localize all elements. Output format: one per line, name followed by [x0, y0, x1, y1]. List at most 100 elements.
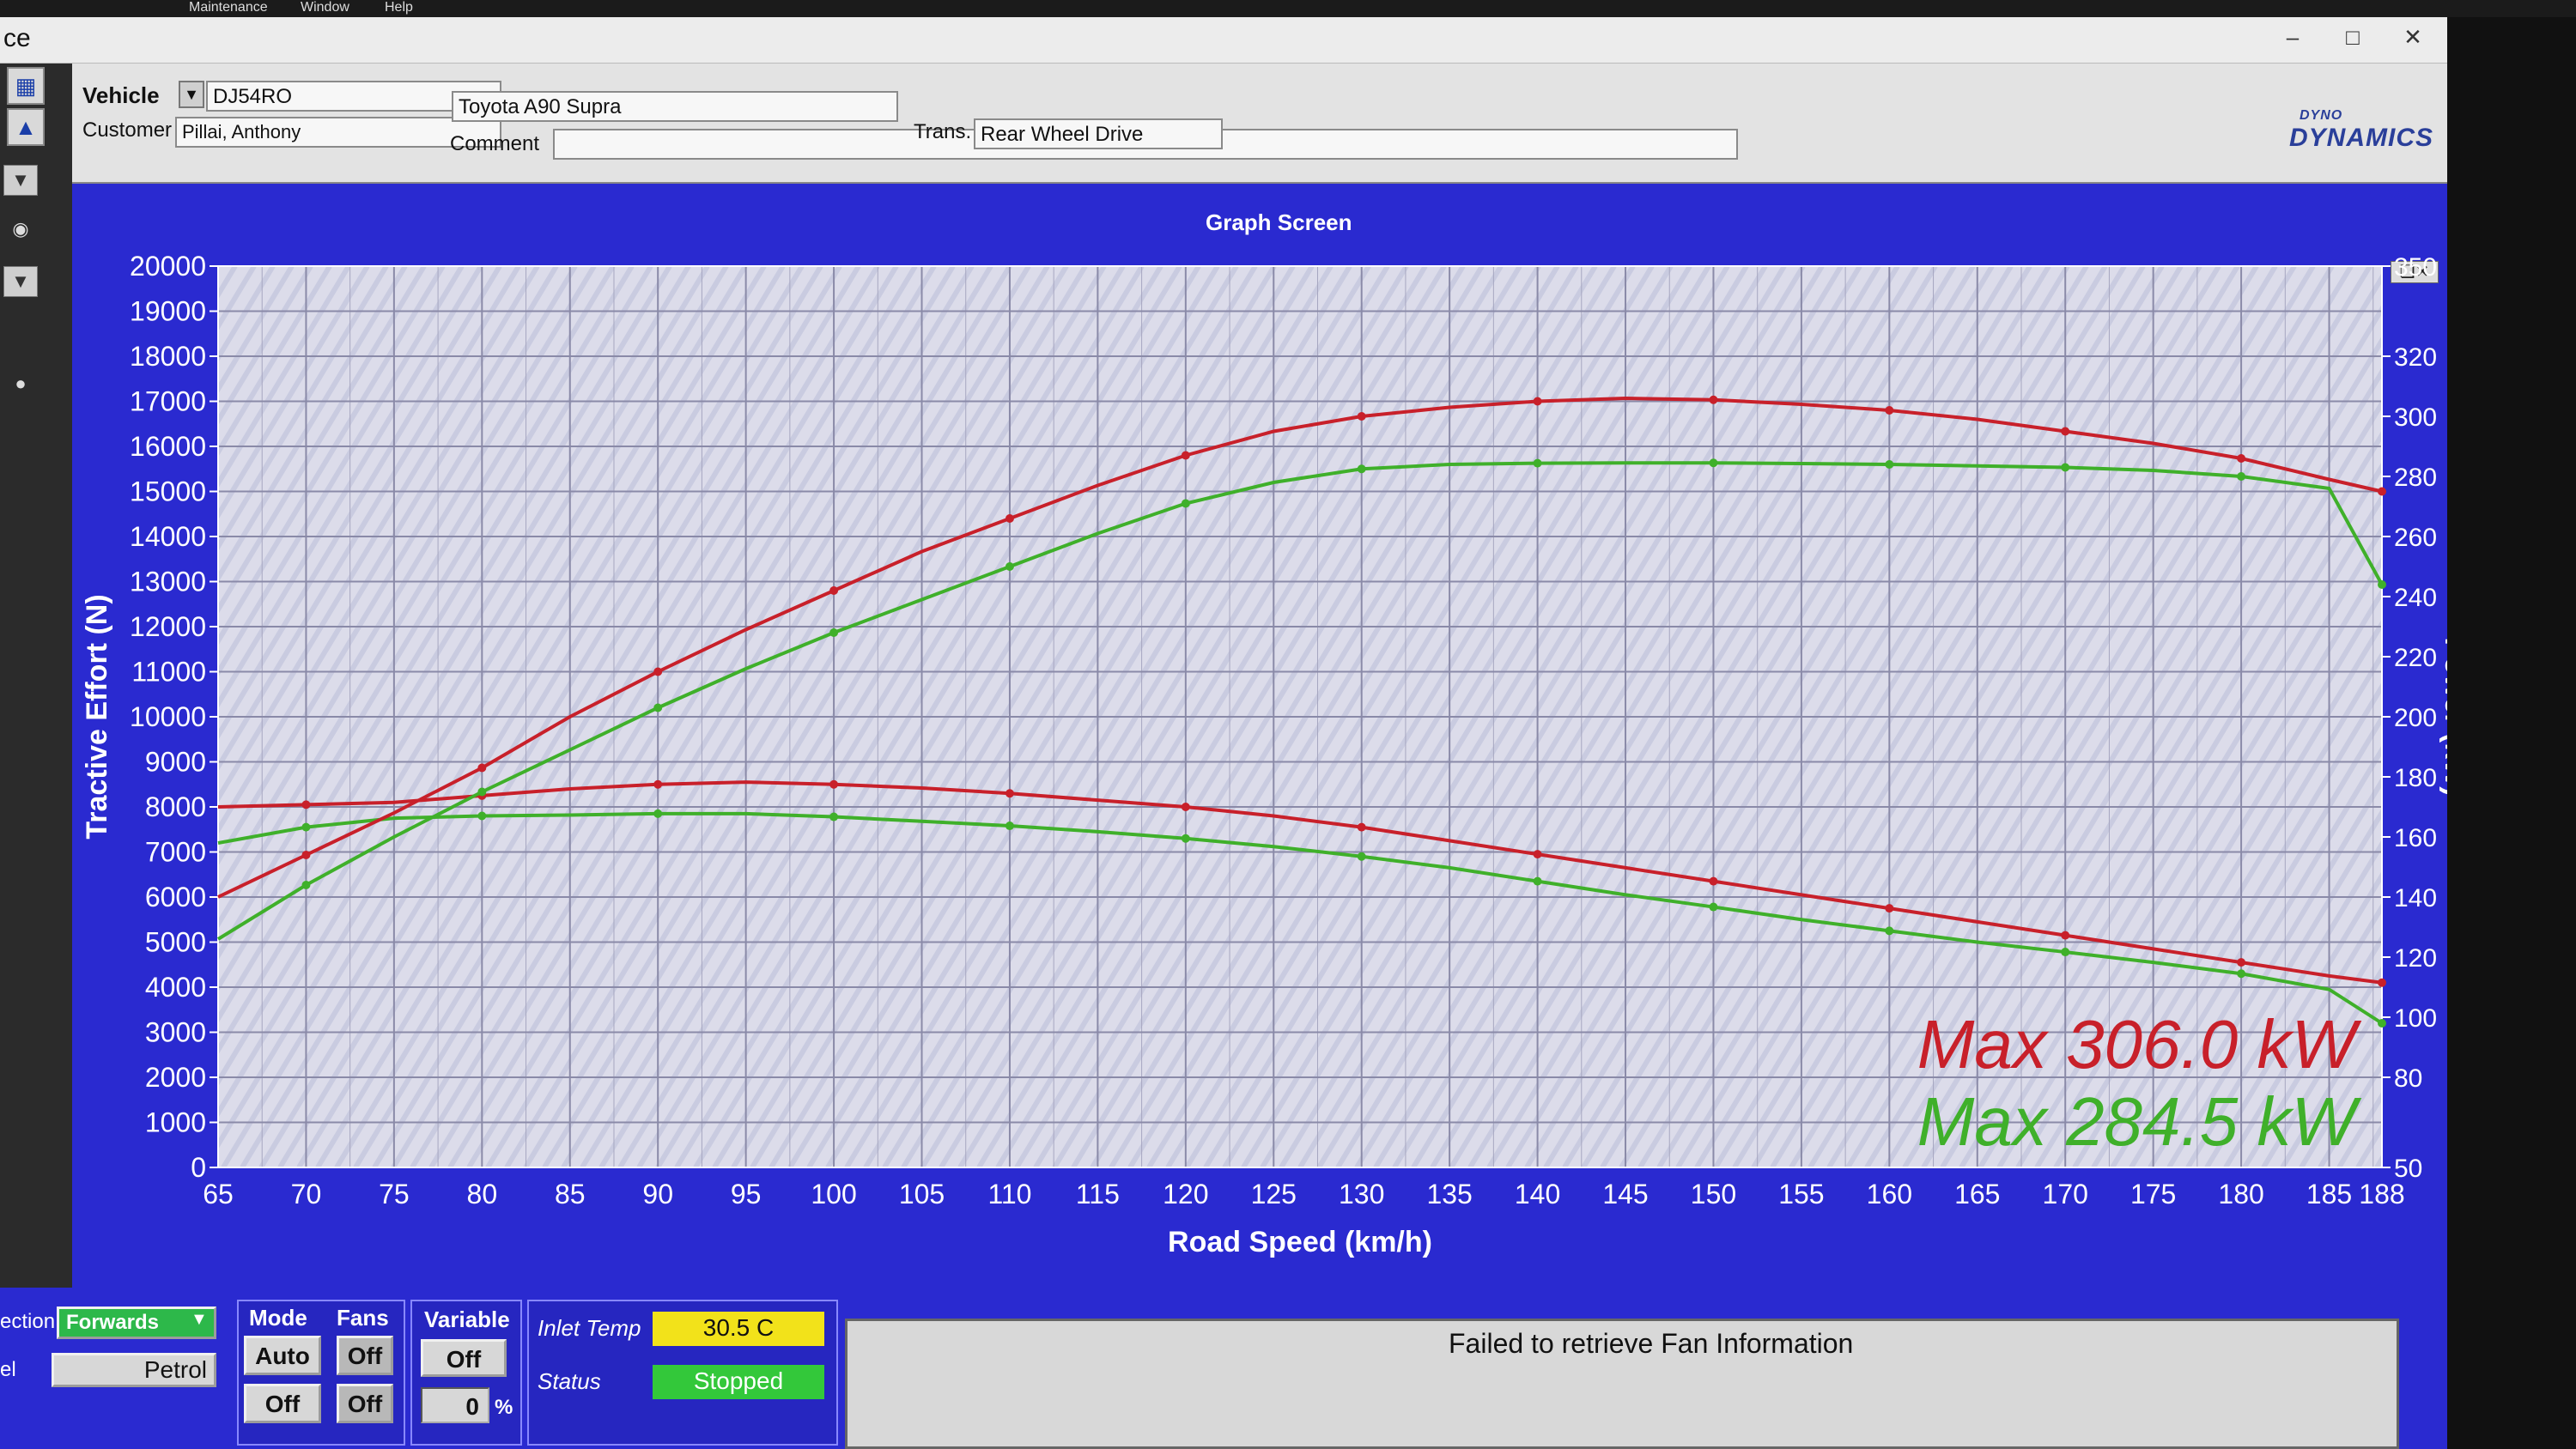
y-tick-label: 17000	[130, 386, 206, 417]
comment-label: Comment	[450, 132, 540, 155]
y-tick-label: 4000	[145, 972, 206, 1003]
y2-tick-label: 160	[2394, 824, 2437, 852]
series-point-2	[301, 851, 311, 859]
variable-group: Variable Off 0 %	[410, 1300, 522, 1446]
y2-tick-label: 120	[2394, 944, 2437, 973]
series-point-3	[653, 703, 663, 712]
menu-maintenance[interactable]: Maintenance	[189, 0, 268, 15]
menu-window[interactable]: Window	[301, 0, 349, 15]
x-tick-label: 150	[1691, 1179, 1736, 1210]
direction-label: ection	[0, 1310, 56, 1333]
fans-off-button-2[interactable]: Off	[337, 1384, 393, 1423]
fans-label: Fans	[337, 1305, 389, 1331]
vehicle-panel: Vehicle ▼ DJ54RO Customer Pillai, Anthon…	[72, 64, 2447, 184]
y2-tick-label: 280	[2394, 464, 2437, 492]
x-tick-label: 130	[1339, 1179, 1384, 1210]
series-point-3	[2061, 463, 2070, 472]
y-tick-label: 0	[191, 1152, 206, 1183]
series-point-0	[1357, 822, 1366, 832]
grid-view-icon[interactable]: ▦	[7, 67, 45, 105]
fuel-label: el	[0, 1358, 16, 1381]
vehicle-dropdown-icon[interactable]: ▼	[179, 81, 204, 108]
radio-icon[interactable]: ◉	[3, 215, 38, 246]
y-tick-label: 18000	[130, 341, 206, 372]
close-icon[interactable]: ✕	[2391, 24, 2434, 51]
menu-bar: Maintenance Window Help	[0, 0, 2576, 17]
max-power-green: Max 284.5 kW	[1917, 1083, 2362, 1160]
radio-icon[interactable]: ●	[3, 369, 38, 400]
series-point-1	[2378, 1019, 2386, 1028]
maximize-icon[interactable]: □	[2331, 24, 2374, 51]
series-point-1	[1533, 876, 1542, 886]
series-point-3	[829, 628, 839, 637]
x-tick-label: 110	[987, 1179, 1031, 1210]
title-bar: ce – □ ✕	[0, 17, 2447, 64]
series-point-0	[1885, 904, 1894, 913]
series-point-3	[1005, 562, 1014, 571]
customer-label: Customer	[82, 118, 173, 142]
variable-percent-input[interactable]: 0	[421, 1387, 489, 1423]
menu-help[interactable]: Help	[385, 0, 413, 15]
mode-auto-button[interactable]: Auto	[244, 1336, 321, 1375]
y-tick-label: 2000	[145, 1062, 206, 1093]
series-point-1	[477, 811, 487, 821]
series-point-2	[1181, 451, 1190, 460]
y-tick-label: 1000	[145, 1107, 206, 1138]
status-label: Status	[538, 1368, 601, 1394]
series-point-2	[1533, 397, 1542, 406]
minimize-icon[interactable]: –	[2271, 24, 2314, 51]
series-point-2	[653, 667, 663, 676]
y2-tick-label: 320	[2394, 343, 2437, 372]
y2-tick-label: 260	[2394, 524, 2437, 552]
x-tick-label: 140	[1515, 1179, 1560, 1210]
x-tick-label: 105	[899, 1179, 945, 1210]
fuel-select[interactable]: Petrol	[52, 1353, 216, 1387]
x-tick-label: 175	[2130, 1179, 2176, 1210]
fans-off-button-1[interactable]: Off	[337, 1336, 393, 1375]
x-axis-title: Road Speed (km/h)	[1168, 1226, 1432, 1258]
chevron-down-icon[interactable]: ▼	[3, 266, 38, 297]
series-point-2	[829, 586, 839, 595]
x-tick-label: 100	[811, 1179, 856, 1210]
series-point-0	[1709, 876, 1718, 886]
series-point-0	[1533, 850, 1542, 859]
x-tick-label: 115	[1076, 1179, 1120, 1210]
y-tick-label: 20000	[130, 251, 206, 282]
series-point-0	[2237, 958, 2246, 967]
series-point-1	[301, 822, 311, 832]
window-title: ce	[3, 24, 31, 52]
y-tick-label: 3000	[145, 1017, 206, 1048]
series-point-1	[829, 812, 839, 822]
inlet-temp-label: Inlet Temp	[538, 1315, 641, 1341]
y2-tick-label: 200	[2394, 704, 2437, 732]
left-toolbar: ▦ ▲ ▼ ◉ ▼ ●	[0, 64, 72, 1291]
y2-tick-label: 220	[2394, 644, 2437, 672]
message-text: Failed to retrieve Fan Information	[1449, 1328, 1854, 1359]
y-tick-label: 19000	[130, 296, 206, 327]
y2-tick-label: 240	[2394, 584, 2437, 612]
y-tick-label: 7000	[145, 837, 206, 868]
y-tick-label: 8000	[145, 791, 206, 822]
x-tick-label: 165	[1954, 1179, 2000, 1210]
mode-off-button[interactable]: Off	[244, 1384, 321, 1423]
x-tick-label: 135	[1426, 1179, 1472, 1210]
series-point-3	[1533, 458, 1542, 468]
bell-icon[interactable]: ▲	[7, 108, 45, 146]
series-point-1	[1357, 852, 1366, 861]
chevron-down-icon[interactable]: ▼	[3, 165, 38, 196]
series-point-1	[653, 809, 663, 818]
variable-button[interactable]: Off	[421, 1339, 507, 1377]
x-tick-label: 90	[642, 1179, 673, 1210]
y-tick-label: 14000	[130, 521, 206, 552]
series-point-3	[1357, 464, 1366, 474]
model-field[interactable]: Toyota A90 Supra	[452, 91, 898, 122]
series-point-0	[653, 779, 663, 789]
percent-sign: %	[495, 1396, 513, 1419]
y2-axis-title: Power (kW)	[2439, 637, 2447, 796]
series-point-1	[1005, 822, 1014, 831]
x-tick-label: 85	[555, 1179, 586, 1210]
trans-field[interactable]: Rear Wheel Drive	[974, 118, 1223, 149]
x-tick-label: 180	[2218, 1179, 2263, 1210]
dyno-dynamics-logo: DYNO DYNAMICS	[2288, 108, 2433, 152]
series-point-1	[2237, 969, 2246, 979]
